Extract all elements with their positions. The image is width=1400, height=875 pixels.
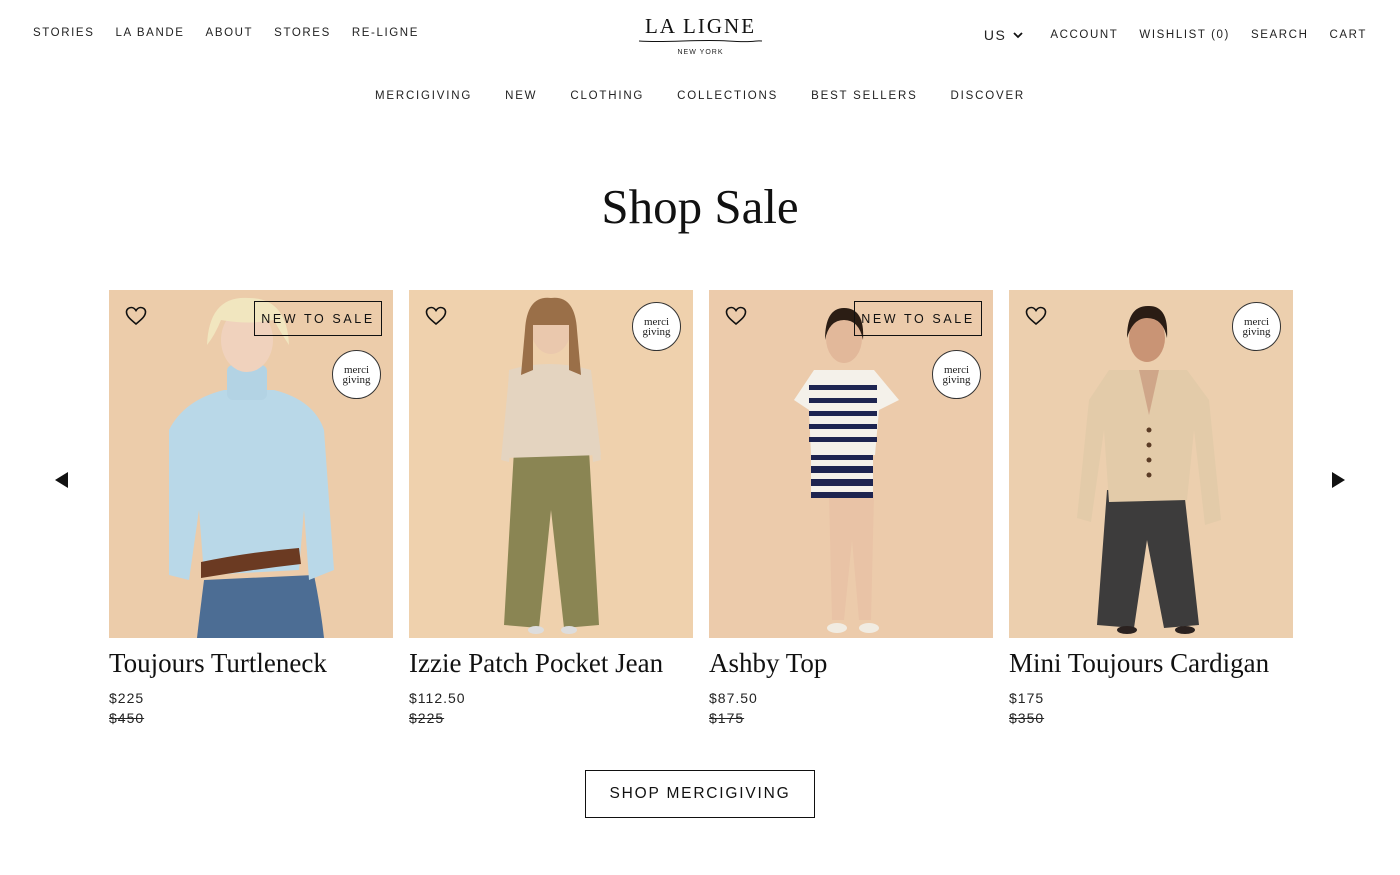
product-original-price: $225 — [409, 710, 445, 726]
main-nav-mercigiving[interactable]: MERCIGIVING — [375, 90, 472, 102]
product-original-price: $350 — [1009, 710, 1045, 726]
heart-outline-icon[interactable] — [125, 306, 147, 326]
merci-badge-line1: merci — [643, 315, 670, 328]
mercigiving-badge: merci giving — [932, 350, 981, 399]
top-header: STORIES LA BANDE ABOUT STORES RE-LIGNE L… — [0, 0, 1400, 70]
merci-badge-line1: merci — [343, 363, 370, 376]
heart-outline-icon[interactable] — [425, 306, 447, 326]
heart-outline-icon[interactable] — [725, 306, 747, 326]
country-selector[interactable]: US — [984, 27, 1024, 43]
nav-link-stores[interactable]: STORES — [274, 27, 331, 39]
utility-nav: US ACCOUNT WISHLIST (0) SEARCH CART — [984, 27, 1367, 43]
product-carousel: NEW TO SALE merci giving Toujours Turtle… — [109, 290, 1293, 727]
shop-mercigiving-button[interactable]: SHOP MERCIGIVING — [585, 770, 815, 818]
triangle-right-icon[interactable] — [1329, 470, 1347, 490]
model-photo-turtleneck — [109, 290, 393, 638]
merci-badge-line1: merci — [1243, 315, 1270, 328]
secondary-nav: STORIES LA BANDE ABOUT STORES RE-LIGNE — [33, 27, 440, 39]
product-sale-price: $175 — [1009, 690, 1045, 706]
product-original-price: $175 — [709, 710, 745, 726]
product-image[interactable]: merci giving — [409, 290, 693, 638]
logo-subtitle: NEW YORK — [677, 49, 724, 56]
country-code: US — [983, 27, 1007, 43]
main-nav-collections[interactable]: COLLECTIONS — [677, 90, 778, 102]
section-title: Shop Sale — [601, 179, 799, 234]
mercigiving-badge: merci giving — [632, 302, 681, 351]
model-photo-striped-top — [709, 290, 993, 638]
nav-link-re-ligne[interactable]: RE-LIGNE — [352, 27, 419, 39]
product-image[interactable]: NEW TO SALE merci giving — [109, 290, 393, 638]
merci-badge-line2: giving — [1242, 325, 1271, 338]
merci-badge-line1: merci — [943, 363, 970, 376]
new-to-sale-badge: NEW TO SALE — [854, 301, 982, 336]
logo-underline — [638, 39, 763, 43]
product-card: merci giving Izzie Patch Pocket Jean $11… — [409, 290, 693, 727]
product-name[interactable]: Toujours Turtleneck — [109, 647, 393, 679]
main-nav: MERCIGIVING NEW CLOTHING COLLECTIONS BES… — [0, 90, 1400, 102]
product-card: NEW TO SALE merci giving Toujours Turtle… — [109, 290, 393, 727]
product-image[interactable]: NEW TO SALE merci giving — [709, 290, 993, 638]
search-link[interactable]: SEARCH — [1251, 29, 1309, 41]
merci-badge-line2: giving — [642, 325, 671, 338]
product-name[interactable]: Mini Toujours Cardigan — [1009, 647, 1293, 679]
mercigiving-badge: merci giving — [1232, 302, 1281, 351]
triangle-left-icon[interactable] — [53, 470, 71, 490]
product-image[interactable]: merci giving — [1009, 290, 1293, 638]
logo-wordmark: LA LIGNE — [644, 14, 757, 38]
main-nav-discover[interactable]: DISCOVER — [951, 90, 1025, 102]
product-sale-price: $225 — [109, 690, 145, 706]
account-link[interactable]: ACCOUNT — [1050, 29, 1118, 41]
product-card: NEW TO SALE merci giving Ashby Top $87.5… — [709, 290, 993, 727]
product-original-price: $450 — [109, 710, 145, 726]
brand-logo[interactable]: LA LIGNE NEW YORK — [638, 14, 763, 56]
nav-link-stories[interactable]: STORIES — [33, 27, 94, 39]
nav-link-about[interactable]: ABOUT — [206, 27, 254, 39]
main-nav-clothing[interactable]: CLOTHING — [570, 90, 644, 102]
product-name[interactable]: Izzie Patch Pocket Jean — [409, 647, 693, 679]
main-nav-best-sellers[interactable]: BEST SELLERS — [811, 90, 917, 102]
merci-badge-line2: giving — [942, 373, 971, 386]
nav-link-la-bande[interactable]: LA BANDE — [115, 27, 184, 39]
wishlist-link[interactable]: WISHLIST (0) — [1139, 29, 1230, 41]
cart-link[interactable]: CART — [1330, 29, 1368, 41]
main-nav-new[interactable]: NEW — [505, 90, 537, 102]
new-to-sale-badge: NEW TO SALE — [254, 301, 382, 336]
product-card: merci giving Mini Toujours Cardigan $175… — [1009, 290, 1293, 727]
product-sale-price: $87.50 — [709, 690, 758, 706]
mercigiving-badge: merci giving — [332, 350, 381, 399]
merci-badge-line2: giving — [342, 373, 371, 386]
product-sale-price: $112.50 — [409, 690, 466, 706]
product-name[interactable]: Ashby Top — [709, 647, 993, 679]
chevron-down-icon — [1013, 32, 1023, 39]
heart-outline-icon[interactable] — [1025, 306, 1047, 326]
